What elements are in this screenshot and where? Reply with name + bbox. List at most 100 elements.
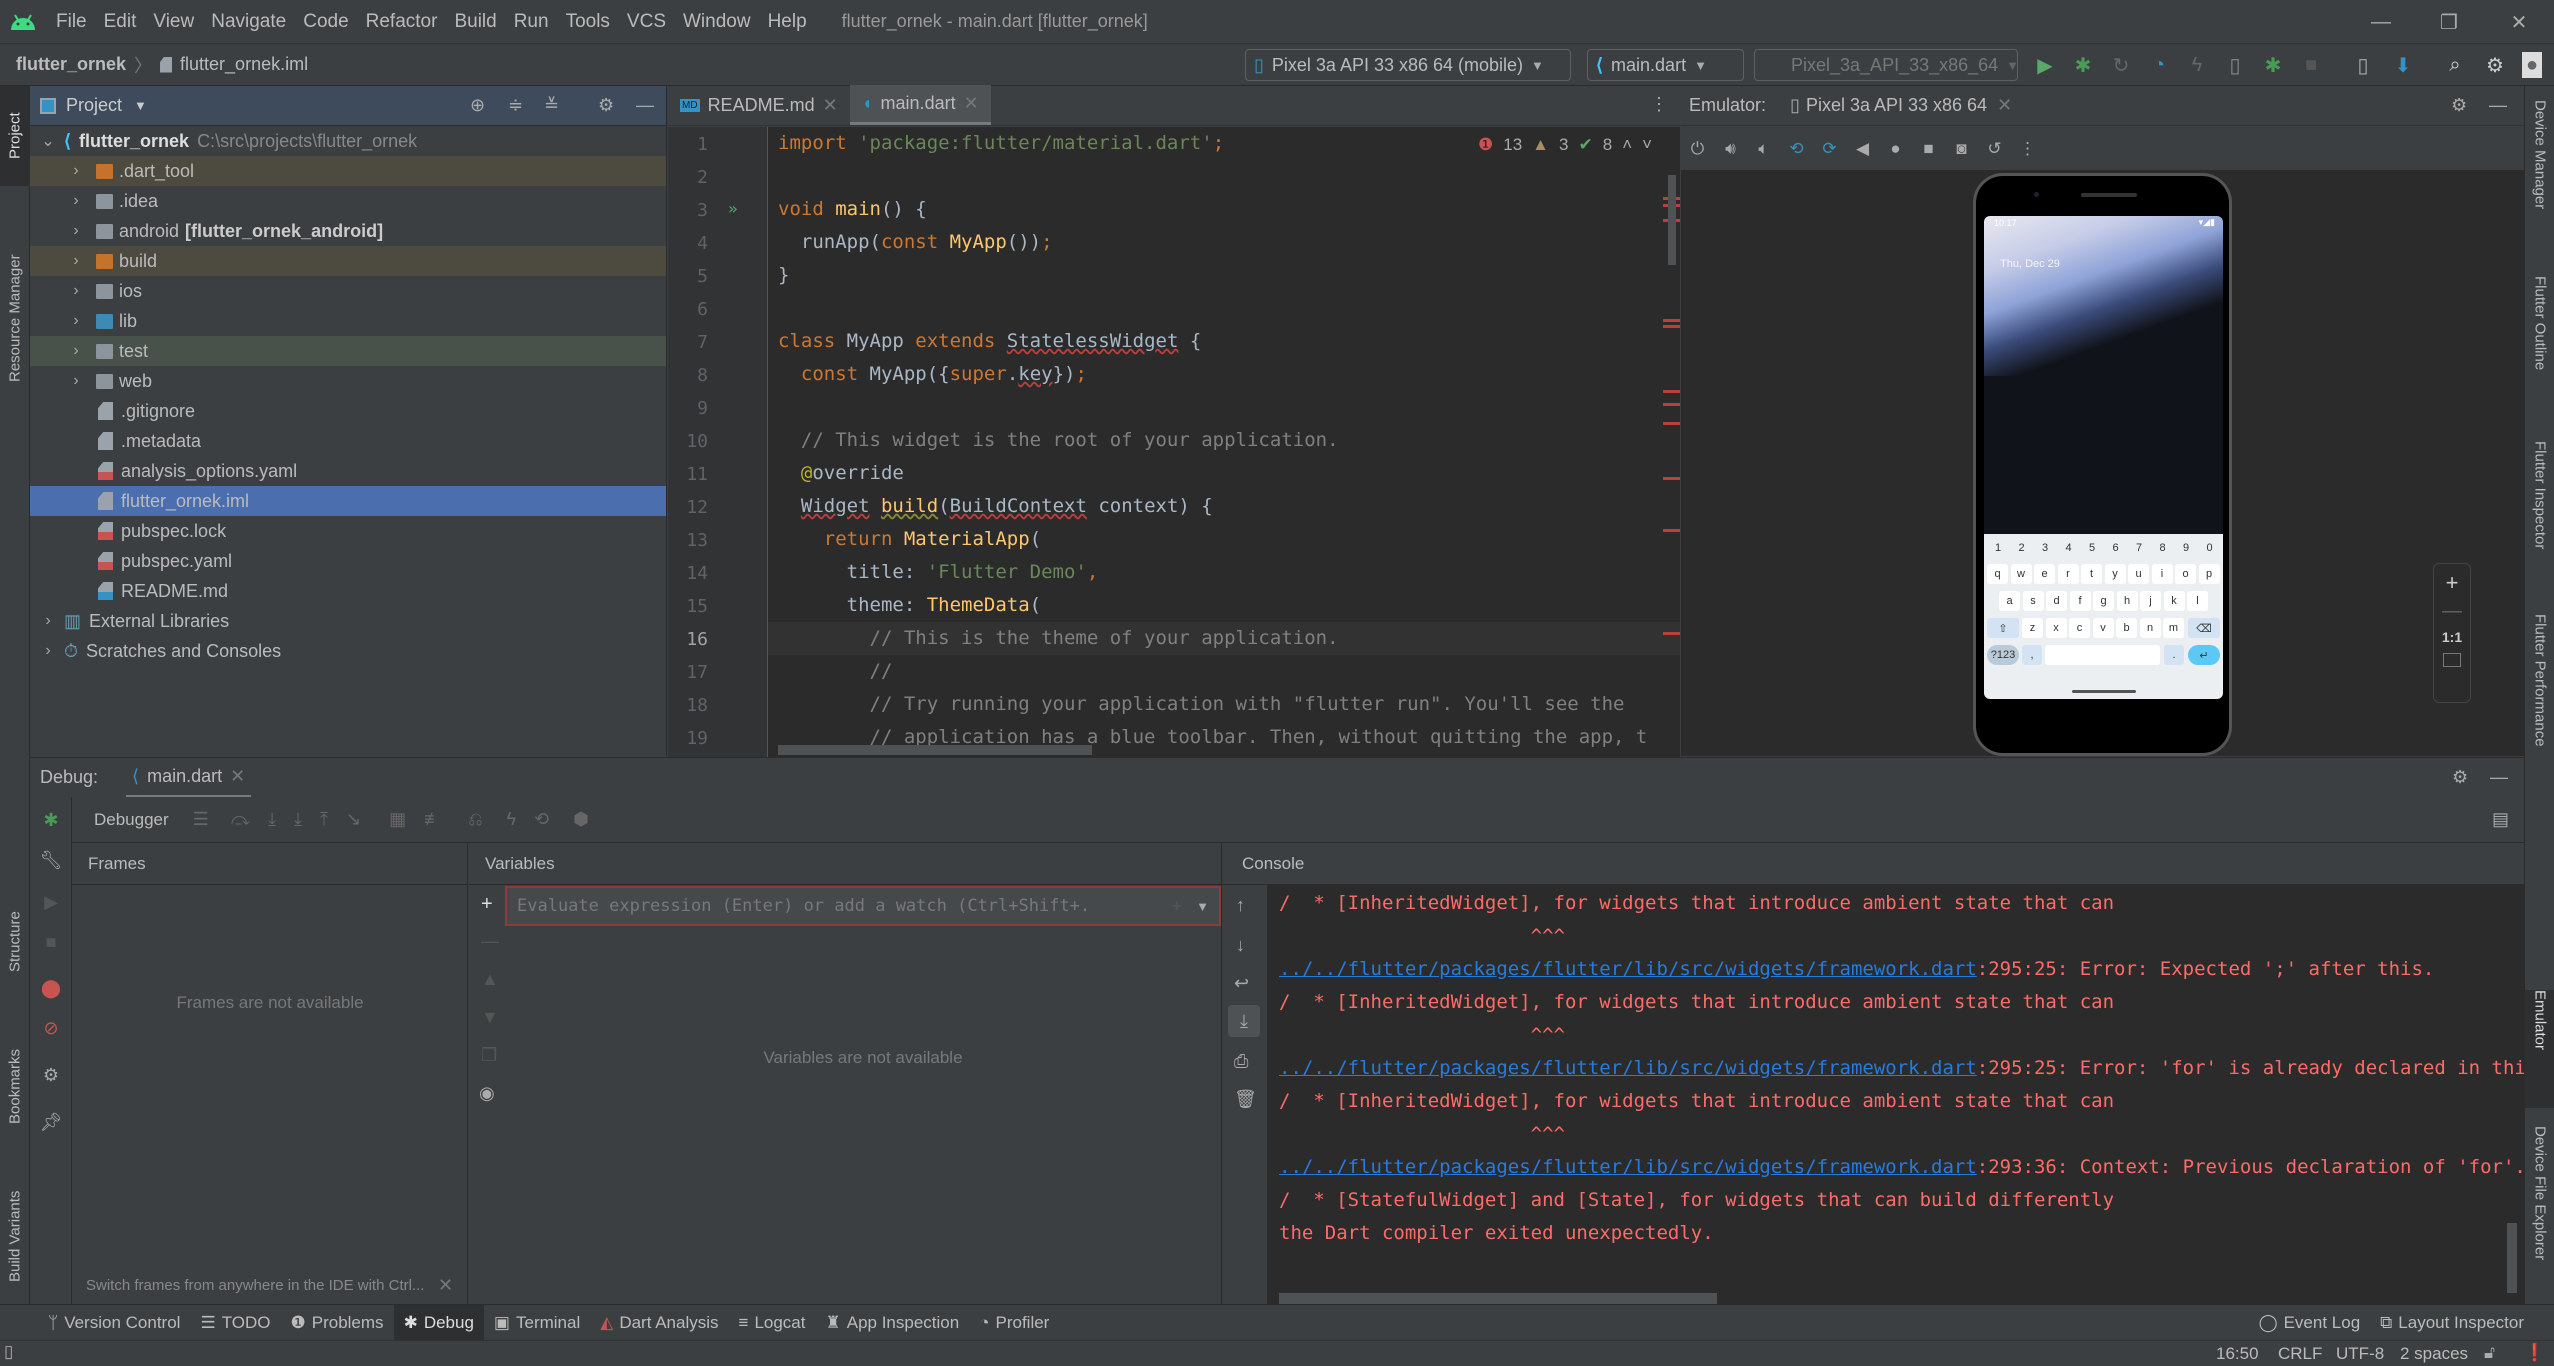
keyboard-key[interactable]: v bbox=[2092, 618, 2114, 638]
enter-key[interactable]: ↵ bbox=[2188, 645, 2220, 665]
console-horizontal-scrollbar[interactable] bbox=[1279, 1293, 1717, 1304]
tool-tab-debug[interactable]: ✱ Debug bbox=[393, 1304, 484, 1341]
more-options-button[interactable]: ⋮ bbox=[2011, 132, 2044, 165]
scroll-up-icon[interactable]: ↑ bbox=[1236, 895, 1245, 916]
toggle-tool-windows-icon[interactable]: ▯ bbox=[4, 1342, 13, 1362]
debugger-tab[interactable]: Debugger bbox=[94, 810, 169, 830]
search-everywhere-button[interactable]: ⌕ bbox=[2442, 52, 2468, 78]
show-execution-point-icon[interactable]: ☰ bbox=[193, 809, 209, 830]
line-separator[interactable]: CRLF bbox=[2278, 1344, 2322, 1364]
backspace-key[interactable]: ⌫ bbox=[2188, 618, 2220, 638]
keyboard-key[interactable]: ?123 bbox=[1987, 645, 2019, 665]
code-editor[interactable]: 1 2 3 4 5 6 7 8 9 10 11 12 13 14 15 16 17 18 19 import 'pa… bbox=[668, 127, 1680, 757]
console-file-link[interactable]: ../../flutter/packages/flutter/lib/src/w… bbox=[1279, 1156, 1977, 1178]
keyboard-key[interactable]: 4 bbox=[2059, 538, 2079, 558]
console-output[interactable]: / * [InheritedWidget], for widgets that … bbox=[1267, 885, 2524, 1304]
tree-item[interactable]: › android [flutter_ornek_android] bbox=[30, 216, 666, 246]
keyboard-key[interactable]: 8 bbox=[2153, 538, 2173, 558]
menu-help[interactable]: Help bbox=[768, 11, 807, 33]
tool-tab-layout-inspector[interactable]: ⧉ Layout Inspector bbox=[2370, 1305, 2534, 1341]
step-over-icon[interactable]: ⤼ bbox=[231, 809, 250, 830]
volume-down-button[interactable]: 🔈︎ bbox=[1747, 132, 1780, 165]
back-button[interactable]: ◀ bbox=[1846, 132, 1879, 165]
tool-tab-problems[interactable]: ❶ Problems bbox=[281, 1305, 394, 1341]
unlocked-icon[interactable]: 🔓︎ bbox=[2484, 1343, 2495, 1363]
apply-changes-button[interactable]: ▯ bbox=[2222, 52, 2248, 78]
step-out-icon[interactable]: ⤒ bbox=[320, 809, 328, 830]
chevron-right-icon[interactable]: › bbox=[68, 222, 84, 240]
editor-tab-main-dart[interactable]: ◖ main.dart ✕ bbox=[849, 85, 991, 125]
menu-edit[interactable]: Edit bbox=[104, 11, 137, 33]
keyboard-key[interactable]: i bbox=[2151, 564, 2173, 584]
locate-file-icon[interactable]: ⊕ bbox=[470, 95, 485, 116]
hot-reload-button[interactable]: ϟ bbox=[2184, 52, 2210, 78]
tool-tab-project[interactable]: Project bbox=[0, 86, 30, 186]
gesture-navigation-bar[interactable] bbox=[2072, 690, 2136, 693]
expand-all-icon[interactable]: ≑ bbox=[508, 95, 523, 116]
pin-tab-icon[interactable]: 📌︎ bbox=[38, 1109, 64, 1135]
inspection-widget[interactable]: ❶ 13 ▲ 3 ✔ 8 ˄ ˅ bbox=[1478, 135, 1652, 155]
space-key[interactable] bbox=[2045, 645, 2160, 665]
keyboard-key[interactable]: k bbox=[2163, 591, 2185, 611]
avd-selector[interactable]: Pixel_3a_API_33_x86_64 ▼ bbox=[1754, 49, 2019, 81]
clear-all-icon[interactable]: 🗑︎ bbox=[1234, 1089, 1257, 1110]
restore-window-button[interactable]: ❐ bbox=[2420, 0, 2478, 44]
run-to-cursor-icon[interactable]: ↘ bbox=[346, 809, 361, 830]
tool-tab-terminal[interactable]: ▣ Terminal bbox=[484, 1305, 590, 1341]
caret-position[interactable]: 16:50 bbox=[2216, 1344, 2259, 1364]
run-button[interactable]: ▶ bbox=[2032, 52, 2058, 78]
run-gutter-icon[interactable]: » bbox=[728, 199, 738, 218]
history-dropdown-icon[interactable]: ▼ bbox=[1196, 899, 1209, 914]
zoom-in-button[interactable]: + bbox=[2434, 570, 2470, 596]
device-manager-button[interactable]: ▯ bbox=[2350, 52, 2376, 78]
screenshot-button[interactable]: ◙ bbox=[1945, 132, 1978, 165]
volume-up-button[interactable]: 🔊︎ bbox=[1714, 132, 1747, 165]
console-file-link[interactable]: ../../flutter/packages/flutter/lib/src/w… bbox=[1279, 1057, 1977, 1079]
tree-scratches[interactable]: › ⏱ Scratches and Consoles bbox=[30, 636, 666, 666]
error-stripe-mark[interactable] bbox=[1663, 325, 1680, 328]
trace-icon[interactable]: ≢ bbox=[424, 809, 442, 830]
attach-process-button[interactable]: ✱ bbox=[2260, 52, 2286, 78]
hide-panel-icon[interactable]: — bbox=[636, 95, 654, 116]
zoom-out-button[interactable]: — bbox=[2434, 600, 2470, 623]
tree-item[interactable]: › ios bbox=[30, 276, 666, 306]
stop-button[interactable]: ■ bbox=[38, 929, 64, 955]
menu-vcs[interactable]: VCS bbox=[627, 11, 666, 33]
chevron-right-icon[interactable]: › bbox=[40, 612, 56, 630]
close-hint-icon[interactable]: ✕ bbox=[438, 1275, 453, 1296]
snapshot-button[interactable]: ↺ bbox=[1978, 132, 2011, 165]
keyboard-key[interactable]: p bbox=[2198, 564, 2220, 584]
keyboard-key[interactable]: 1 bbox=[1988, 538, 2008, 558]
error-stripe-mark[interactable] bbox=[1663, 477, 1680, 480]
show-watches-icon[interactable]: ◉ bbox=[479, 1083, 495, 1104]
mute-breakpoints-button[interactable]: ⊘ bbox=[38, 1015, 64, 1041]
keyboard-key[interactable]: j bbox=[2140, 591, 2161, 611]
breadcrumb-file[interactable]: flutter_ornek.iml bbox=[180, 54, 308, 75]
keyboard-key[interactable]: u bbox=[2128, 564, 2149, 584]
keyboard-key[interactable]: a bbox=[1999, 591, 2020, 611]
menu-view[interactable]: View bbox=[153, 11, 194, 33]
chevron-down-icon[interactable]: ▼ bbox=[134, 98, 147, 113]
error-stripe-mark[interactable] bbox=[1663, 390, 1680, 393]
tree-external-libraries[interactable]: › ▥ External Libraries bbox=[30, 606, 666, 636]
settings-gear-icon[interactable]: ⚙ bbox=[38, 1062, 64, 1088]
print-icon[interactable]: ⎙ bbox=[1234, 1051, 1248, 1072]
period-key[interactable]: . bbox=[2164, 645, 2184, 665]
chevron-right-icon[interactable]: › bbox=[68, 372, 84, 390]
close-tab-icon[interactable]: ✕ bbox=[964, 93, 979, 114]
error-stripe-mark[interactable] bbox=[1663, 319, 1680, 322]
debug-session-tab[interactable]: ⟨ main.dart ✕ bbox=[126, 758, 252, 798]
tool-tab-device-file-explorer[interactable]: Device File Explorer bbox=[2525, 1126, 2554, 1296]
tree-item[interactable]: pubspec.yaml bbox=[30, 546, 666, 576]
gear-icon[interactable]: ⚙ bbox=[598, 95, 614, 116]
tree-item[interactable]: flutter_ornek.iml bbox=[30, 486, 666, 516]
keyboard-key[interactable]: 9 bbox=[2176, 538, 2196, 558]
keyboard-key[interactable]: l bbox=[2187, 591, 2208, 611]
move-down-button[interactable]: ▼ bbox=[481, 1007, 499, 1028]
tree-item[interactable]: › test bbox=[30, 336, 666, 366]
step-into-icon[interactable]: ⤓ bbox=[268, 809, 276, 830]
tree-item[interactable]: › web bbox=[30, 366, 666, 396]
menu-window[interactable]: Window bbox=[683, 11, 751, 33]
tool-tab-device-manager[interactable]: Device Manager bbox=[2525, 100, 2554, 250]
menu-run[interactable]: Run bbox=[514, 11, 549, 33]
